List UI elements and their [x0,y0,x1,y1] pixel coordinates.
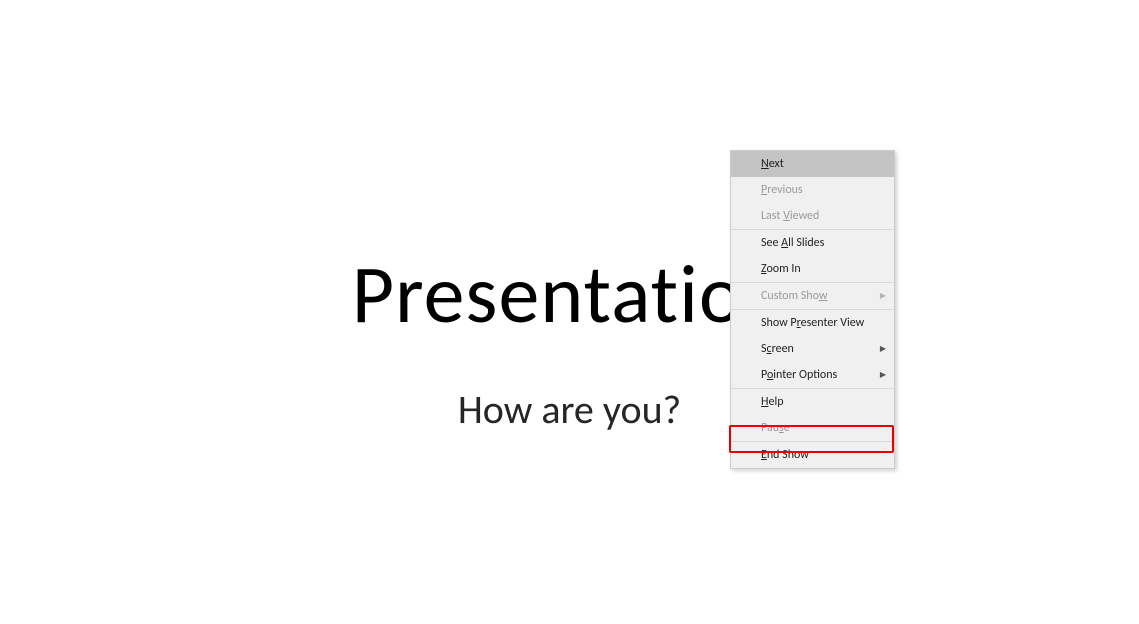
menu-item-pointer-options[interactable]: Pointer Options▶ [731,362,894,388]
menu-item-previous: Previous [731,177,894,203]
menu-item-custom-show: Custom Show ▶ [731,283,894,309]
menu-item-see-all-slides[interactable]: See All Slides [731,230,894,256]
menu-item-show-presenter-view[interactable]: Show Presenter View [731,310,894,336]
menu-item-text-pre: See [761,236,781,250]
menu-item-accel: V [783,209,790,223]
menu-item-accel: N [761,157,769,171]
context-menu: NextPreviousLast ViewedSee All SlidesZoo… [730,150,895,469]
submenu-arrow-icon: ▶ [880,368,886,382]
submenu-arrow-icon: ▶ [880,342,886,356]
menu-item-text-pre: Show P [761,316,797,330]
menu-item-text-post: oom In [766,262,800,276]
menu-item-end-show[interactable]: End Show [731,442,894,468]
menu-item-text-pre: Pau [761,421,779,435]
menu-item-text-post: iewed [790,209,819,223]
menu-item-text-post: ll Slides [788,236,824,250]
menu-item-help[interactable]: Help [731,389,894,415]
submenu-arrow-icon: ▶ [880,289,886,303]
menu-item-text-post: inter Options [773,368,837,382]
slide-title: Presentation [352,245,787,345]
menu-item-pause: Pause [731,415,894,441]
menu-item-text-post: revious [767,183,802,197]
slide-canvas[interactable]: Presentation How are you? [0,0,1139,624]
menu-item-text-post: elp [768,395,783,409]
menu-item-accel: w [819,289,828,303]
menu-item-text-post: nd Show [767,448,809,462]
menu-item-text-post: ext [769,157,784,171]
menu-item-text-post: reen [772,342,794,356]
menu-item-zoom-in[interactable]: Zoom In [731,256,894,282]
menu-item-text-pre: Last [761,209,783,223]
menu-item-next[interactable]: Next [731,151,894,177]
menu-item-text-post: esenter View [801,316,865,330]
menu-item-text-pre: Custom Sho [761,289,819,303]
menu-item-text-post: e [784,421,790,435]
menu-item-screen[interactable]: Screen▶ [731,336,894,362]
menu-item-last-viewed: Last Viewed [731,203,894,229]
slide-subtitle: How are you? [458,385,681,434]
